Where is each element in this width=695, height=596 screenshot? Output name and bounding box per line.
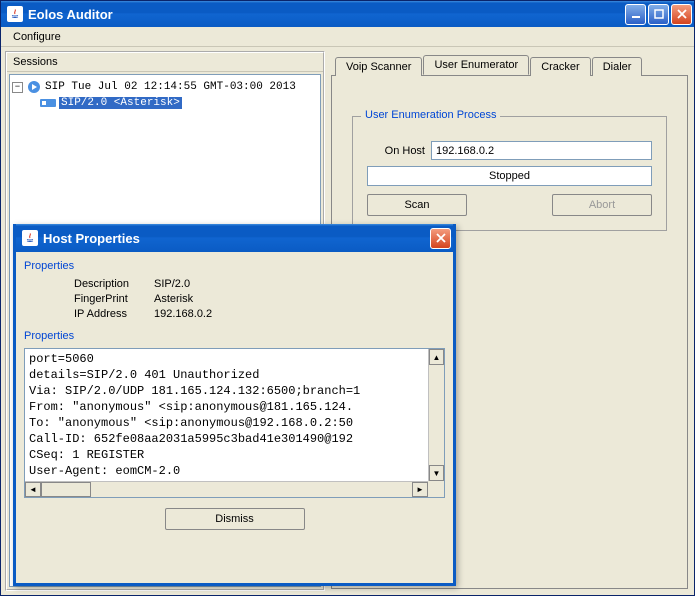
menu-configure[interactable]: Configure: [5, 29, 69, 45]
tree-session-label: SIP Tue Jul 02 12:14:55 GMT-03:00 2013: [45, 81, 296, 93]
scroll-thumb[interactable]: [41, 482, 91, 497]
scroll-down-icon[interactable]: ▼: [429, 465, 444, 481]
scroll-up-icon[interactable]: ▲: [429, 349, 444, 365]
ip-label: IP Address: [74, 308, 154, 320]
onhost-input[interactable]: [431, 141, 652, 160]
tab-bar: Voip Scanner User Enumerator Cracker Dia…: [331, 53, 688, 75]
properties-text: port=5060 details=SIP/2.0 401 Unauthoriz…: [25, 349, 428, 481]
java-icon: [22, 230, 38, 246]
dialog-titlebar: Host Properties: [16, 224, 453, 252]
dialog-close-button[interactable]: [430, 228, 451, 249]
maximize-button[interactable]: [648, 4, 669, 25]
properties-section-2: Properties: [24, 330, 445, 342]
scroll-left-icon[interactable]: ◄: [25, 482, 41, 497]
tree-host-label: SIP/2.0 <Asterisk>: [59, 97, 182, 109]
tab-dialer[interactable]: Dialer: [592, 57, 643, 76]
scroll-right-icon[interactable]: ►: [412, 482, 428, 497]
tab-user-enumerator[interactable]: User Enumerator: [423, 55, 529, 75]
java-icon: [7, 6, 23, 22]
dialog-body: Properties DescriptionSIP/2.0 FingerPrin…: [16, 252, 453, 534]
properties-section-1: Properties: [24, 260, 445, 272]
enum-legend: User Enumeration Process: [361, 109, 500, 121]
scroll-corner: [428, 481, 444, 497]
dismiss-button[interactable]: Dismiss: [165, 508, 305, 530]
status-box: Stopped: [367, 166, 652, 186]
desc-label: Description: [74, 278, 154, 290]
fingerprint-label: FingerPrint: [74, 293, 154, 305]
host-properties-dialog: Host Properties Properties DescriptionSI…: [13, 224, 456, 586]
properties-textarea[interactable]: port=5060 details=SIP/2.0 401 Unauthoriz…: [24, 348, 445, 498]
tree-host-row[interactable]: SIP/2.0 <Asterisk>: [12, 95, 318, 111]
onhost-label: On Host: [367, 145, 425, 157]
tab-cracker[interactable]: Cracker: [530, 57, 591, 76]
tree-session-row[interactable]: − SIP Tue Jul 02 12:14:55 GMT-03:00 2013: [12, 79, 318, 95]
close-button[interactable]: [671, 4, 692, 25]
tab-voip-scanner[interactable]: Voip Scanner: [335, 57, 422, 76]
fingerprint-value: Asterisk: [154, 293, 193, 305]
sessions-header: Sessions: [7, 53, 323, 72]
menubar: Configure: [1, 27, 694, 47]
enum-fieldset: User Enumeration Process On Host Stopped…: [352, 116, 667, 231]
horizontal-scrollbar[interactable]: ◄ ►: [25, 481, 428, 497]
tree-toggle-icon[interactable]: −: [12, 82, 23, 93]
dialog-title: Host Properties: [43, 231, 140, 246]
host-icon: [40, 95, 56, 111]
vertical-scrollbar[interactable]: ▲ ▼: [428, 349, 444, 481]
main-titlebar: Eolos Auditor: [1, 1, 694, 27]
abort-button[interactable]: Abort: [552, 194, 652, 216]
ip-value: 192.168.0.2: [154, 308, 212, 320]
main-title: Eolos Auditor: [28, 7, 113, 22]
session-icon: [26, 79, 42, 95]
desc-value: SIP/2.0: [154, 278, 190, 290]
scan-button[interactable]: Scan: [367, 194, 467, 216]
minimize-button[interactable]: [625, 4, 646, 25]
